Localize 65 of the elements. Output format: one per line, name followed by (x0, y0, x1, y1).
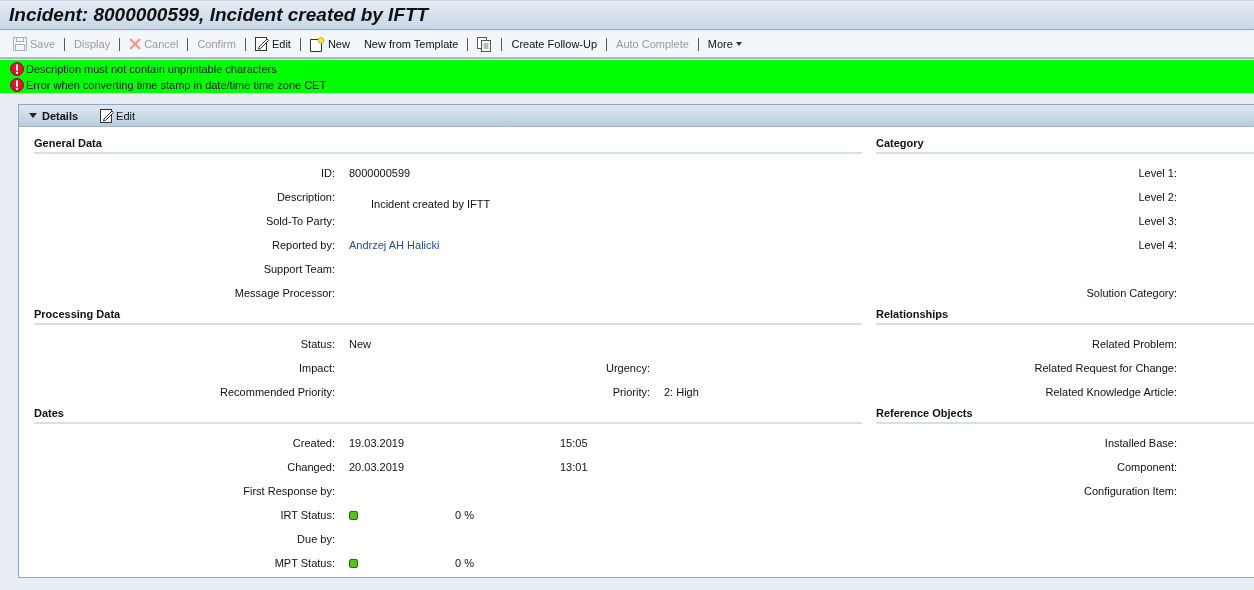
field-label: Component: (1116, 461, 1177, 473)
field-label: IRT Status: (279, 509, 335, 521)
edit-button[interactable]: Edit (100, 108, 136, 123)
field-label: Created: (291, 437, 335, 449)
field-label: Configuration Item: (1083, 485, 1177, 497)
caret-icon (735, 41, 742, 47)
field-label: Related Request for Change: (1033, 362, 1177, 374)
toolbar-button[interactable]: New from Template (360, 34, 462, 54)
window-title: Incident: 8000000599, Incident created by IFTT (9, 4, 429, 26)
field-label: Level 2: (1137, 191, 1177, 203)
field-label: Due by: (296, 533, 335, 545)
edit-icon (100, 108, 115, 123)
field-label: Impact: (297, 362, 335, 374)
field-label: Urgency: (604, 362, 650, 374)
section-heading: Relationships (876, 305, 1254, 325)
field-value: 8000000599 (349, 167, 411, 179)
percent-value: 0 % (455, 557, 474, 569)
error-icon (10, 62, 24, 76)
toolbar-button[interactable]: Create Follow-Up (508, 34, 601, 54)
person-link[interactable]: Andrzej AH Halicki (349, 239, 440, 251)
error-message: Error when converting time stamp in date/time time zone CET (26, 79, 327, 91)
field-label: Related Problem: (1091, 338, 1177, 350)
percent-value: 0 % (455, 509, 474, 521)
date-value: 20.03.2019 (349, 461, 405, 473)
toolbar-button[interactable]: Edit (251, 34, 294, 54)
field-value: New (349, 338, 371, 350)
copy-icon (477, 36, 493, 52)
section-heading: Category (876, 134, 1254, 154)
section-heading: Reference Objects (876, 404, 1254, 424)
section-heading: Processing Data (34, 305, 862, 325)
cross-icon (129, 38, 142, 50)
description-text: Incident created by IFTT (370, 197, 491, 210)
field-label: Support Team: (262, 263, 335, 275)
field-label: First Response by: (242, 485, 335, 497)
field-label: Level 3: (1137, 215, 1177, 227)
new-document-icon (309, 36, 325, 52)
field-label: Sold-To Party: (264, 215, 335, 227)
section-heading: General Data (34, 134, 862, 154)
details-toggle[interactable]: Details (29, 109, 79, 122)
field-label: ID: (319, 167, 335, 179)
edit-icon (254, 37, 269, 51)
error-message: Description must not contain unprintable characters (26, 63, 277, 75)
error-icon (10, 78, 24, 92)
time-value: 13:01 (560, 461, 588, 473)
field-label: Recommended Priority: (219, 386, 335, 398)
field-label: Changed: (286, 461, 335, 473)
expand-caret-icon (29, 111, 37, 120)
floppy-icon (13, 37, 27, 51)
toolbar-button[interactable]: New (306, 34, 353, 54)
field-label: Level 1: (1137, 167, 1177, 179)
date-value: 19.03.2019 (349, 437, 405, 449)
field-label: MPT Status: (273, 557, 335, 569)
field-value: 2: High (664, 386, 699, 398)
section-heading: Dates (34, 404, 862, 424)
toolbar-button[interactable]: More (704, 34, 745, 54)
field-label: Reported by: (271, 239, 335, 251)
field-label: Level 4: (1137, 239, 1177, 251)
field-label: Description: (275, 191, 335, 203)
field-label: Solution Category: (1085, 287, 1177, 299)
time-value: 15:05 (560, 437, 588, 449)
field-label: Message Processor: (233, 287, 335, 299)
field-label: Related Knowledge Article: (1044, 386, 1177, 398)
field-label: Priority: (611, 386, 650, 398)
field-label: Installed Base: (1103, 437, 1177, 449)
field-label: Status: (299, 338, 335, 350)
